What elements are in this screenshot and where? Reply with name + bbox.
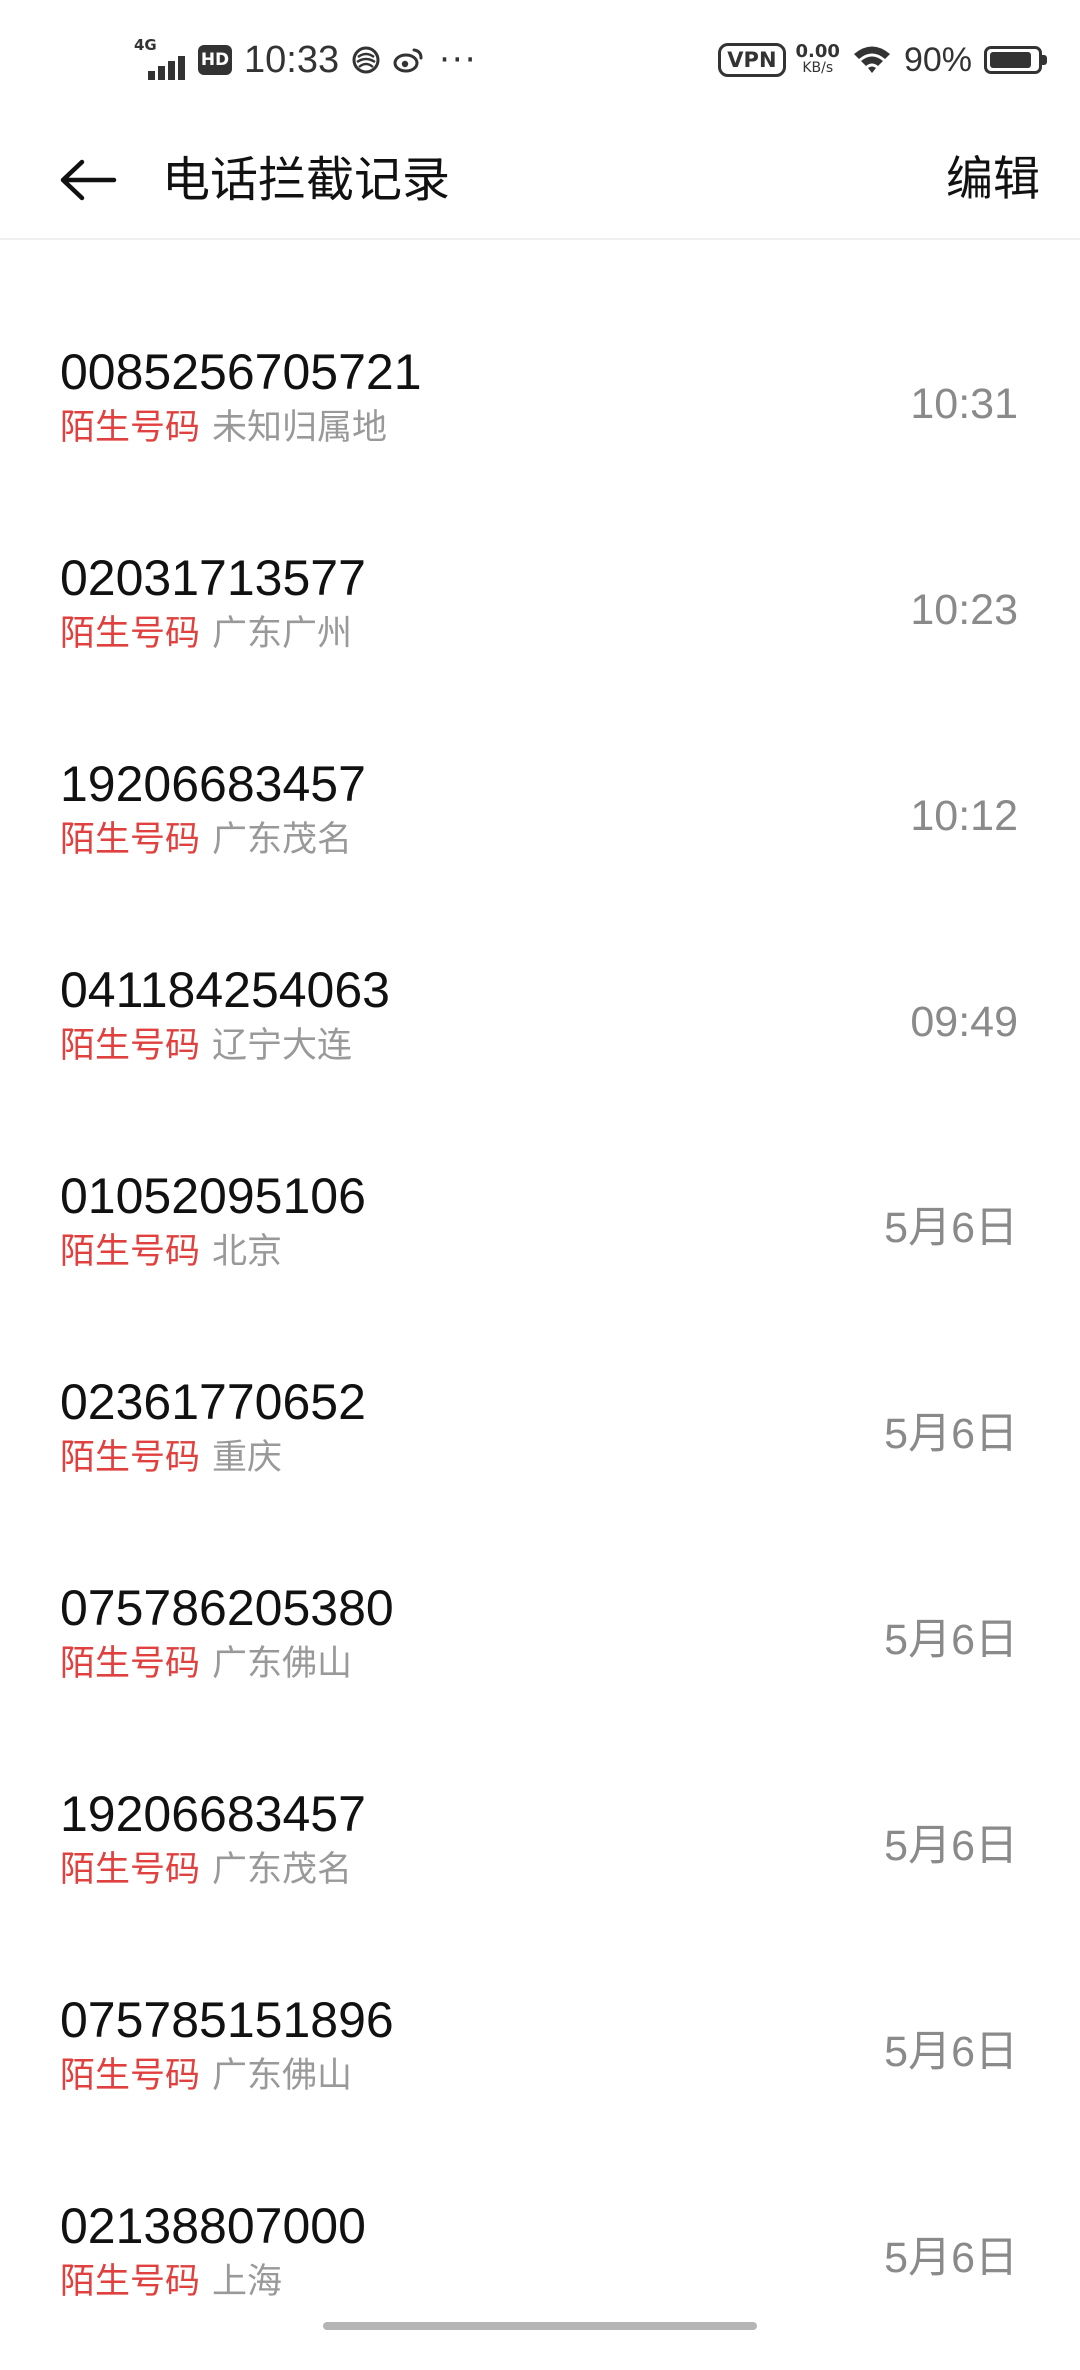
record-time: 5月6日 — [884, 1822, 1018, 1870]
phone-number: 041184254063 — [60, 962, 390, 1018]
record-subtitle: 陌生号码 上海 — [60, 2260, 282, 2304]
number-location: 广东茂名 — [212, 820, 353, 860]
record-time: 5月6日 — [884, 2234, 1018, 2282]
phone-number: 0085256705721 — [60, 344, 422, 400]
call-record-row[interactable]: 02361770652 陌生号码 重庆 5月6日 — [0, 1340, 1080, 1546]
call-record-row[interactable]: 19206683457 陌生号码 广东茂名 10:12 — [0, 722, 1080, 928]
number-location: 广东佛山 — [212, 1644, 353, 1684]
stranger-tag: 陌生号码 — [60, 1438, 201, 1478]
stranger-tag: 陌生号码 — [60, 820, 201, 860]
hd-badge: HD — [198, 45, 232, 75]
phone-number: 075785151896 — [60, 1992, 394, 2048]
home-indicator[interactable] — [323, 2322, 757, 2330]
number-location: 广东茂名 — [212, 1850, 353, 1890]
record-time: 10:12 — [910, 792, 1018, 840]
weibo-icon — [393, 46, 425, 74]
record-subtitle: 陌生号码 广东茂名 — [60, 1848, 352, 1892]
record-subtitle: 陌生号码 广东佛山 — [60, 1642, 352, 1686]
status-bar: 4G HD 10:33 ··· VPN 0.00 KB/s 90% — [0, 0, 1080, 120]
record-subtitle: 陌生号码 北京 — [60, 1230, 282, 1274]
vpn-badge: VPN — [718, 43, 786, 77]
record-time: 5月6日 — [884, 1616, 1018, 1664]
record-subtitle: 陌生号码 广东茂名 — [60, 818, 352, 862]
battery-level — [990, 52, 1032, 68]
status-bar-right: VPN 0.00 KB/s 90% — [718, 30, 1047, 90]
record-subtitle: 陌生号码 广东广州 — [60, 612, 352, 656]
stranger-tag: 陌生号码 — [60, 2262, 201, 2302]
call-record-row[interactable]: 0085256705721 陌生号码 未知归属地 10:31 — [0, 310, 1080, 516]
battery-icon — [984, 46, 1047, 74]
stranger-tag: 陌生号码 — [60, 408, 201, 448]
status-bar-left: 4G HD 10:33 ··· — [134, 30, 478, 90]
app-header: 电话拦截记录 编辑 — [0, 120, 1080, 240]
number-location: 上海 — [212, 2262, 283, 2302]
record-time: 10:31 — [910, 380, 1018, 428]
number-location: 未知归属地 — [212, 408, 388, 448]
network-speed: 0.00 KB/s — [796, 43, 840, 77]
record-subtitle: 陌生号码 辽宁大连 — [60, 1024, 352, 1068]
record-time: 09:49 — [910, 998, 1018, 1046]
call-record-row[interactable]: 01052095106 陌生号码 北京 5月6日 — [0, 1134, 1080, 1340]
number-location: 北京 — [212, 1232, 283, 1272]
number-location: 广东佛山 — [212, 2056, 353, 2096]
record-subtitle: 陌生号码 重庆 — [60, 1436, 282, 1480]
more-notifications-icon: ··· — [439, 40, 478, 80]
signal-icon: 4G — [134, 38, 190, 82]
number-location: 重庆 — [212, 1438, 283, 1478]
phone-number: 02031713577 — [60, 550, 366, 606]
call-record-row[interactable]: 041184254063 陌生号码 辽宁大连 09:49 — [0, 928, 1080, 1134]
call-record-row[interactable]: 02138807000 陌生号码 上海 5月6日 — [0, 2164, 1080, 2370]
phone-number: 01052095106 — [60, 1168, 366, 1224]
battery-percent: 90% — [903, 40, 972, 79]
record-time: 5月6日 — [884, 2028, 1018, 2076]
phone-number: 19206683457 — [60, 756, 366, 812]
stranger-tag: 陌生号码 — [60, 1644, 201, 1684]
record-time: 10:23 — [910, 586, 1018, 634]
stranger-tag: 陌生号码 — [60, 2056, 201, 2096]
wifi-icon — [852, 44, 892, 76]
call-record-row[interactable]: 02031713577 陌生号码 广东广州 10:23 — [0, 516, 1080, 722]
edit-button[interactable]: 编辑 — [946, 120, 1040, 240]
phone-number: 19206683457 — [60, 1786, 366, 1842]
record-time: 5月6日 — [884, 1410, 1018, 1458]
phone-number: 075786205380 — [60, 1580, 394, 1636]
back-button[interactable] — [50, 142, 126, 218]
phone-number: 02138807000 — [60, 2198, 366, 2254]
network-speed-value: 0.00 — [795, 41, 840, 62]
number-location: 辽宁大连 — [212, 1026, 353, 1066]
call-record-row[interactable]: 19206683457 陌生号码 广东茂名 5月6日 — [0, 1752, 1080, 1958]
record-subtitle: 陌生号码 广东佛山 — [60, 2054, 352, 2098]
record-subtitle: 陌生号码 未知归属地 — [60, 406, 387, 450]
phone-number: 02361770652 — [60, 1374, 366, 1430]
record-time: 5月6日 — [884, 1204, 1018, 1252]
blocked-call-list: 0085256705721 陌生号码 未知归属地 10:31 02031713577 陌生… — [0, 310, 1080, 2370]
stranger-tag: 陌生号码 — [60, 1026, 201, 1066]
number-location: 广东广州 — [212, 614, 353, 654]
carrier-logo-icon — [351, 45, 381, 75]
stranger-tag: 陌生号码 — [60, 614, 201, 654]
network-type: 4G — [134, 36, 157, 54]
page-title: 电话拦截记录 — [162, 152, 451, 208]
stranger-tag: 陌生号码 — [60, 1232, 201, 1272]
status-time: 10:33 — [244, 39, 340, 81]
call-record-row[interactable]: 075785151896 陌生号码 广东佛山 5月6日 — [0, 1958, 1080, 2164]
stranger-tag: 陌生号码 — [60, 1850, 201, 1890]
call-record-row[interactable]: 075786205380 陌生号码 广东佛山 5月6日 — [0, 1546, 1080, 1752]
network-speed-unit: KB/s — [802, 60, 834, 76]
arrow-left-icon — [60, 159, 117, 201]
